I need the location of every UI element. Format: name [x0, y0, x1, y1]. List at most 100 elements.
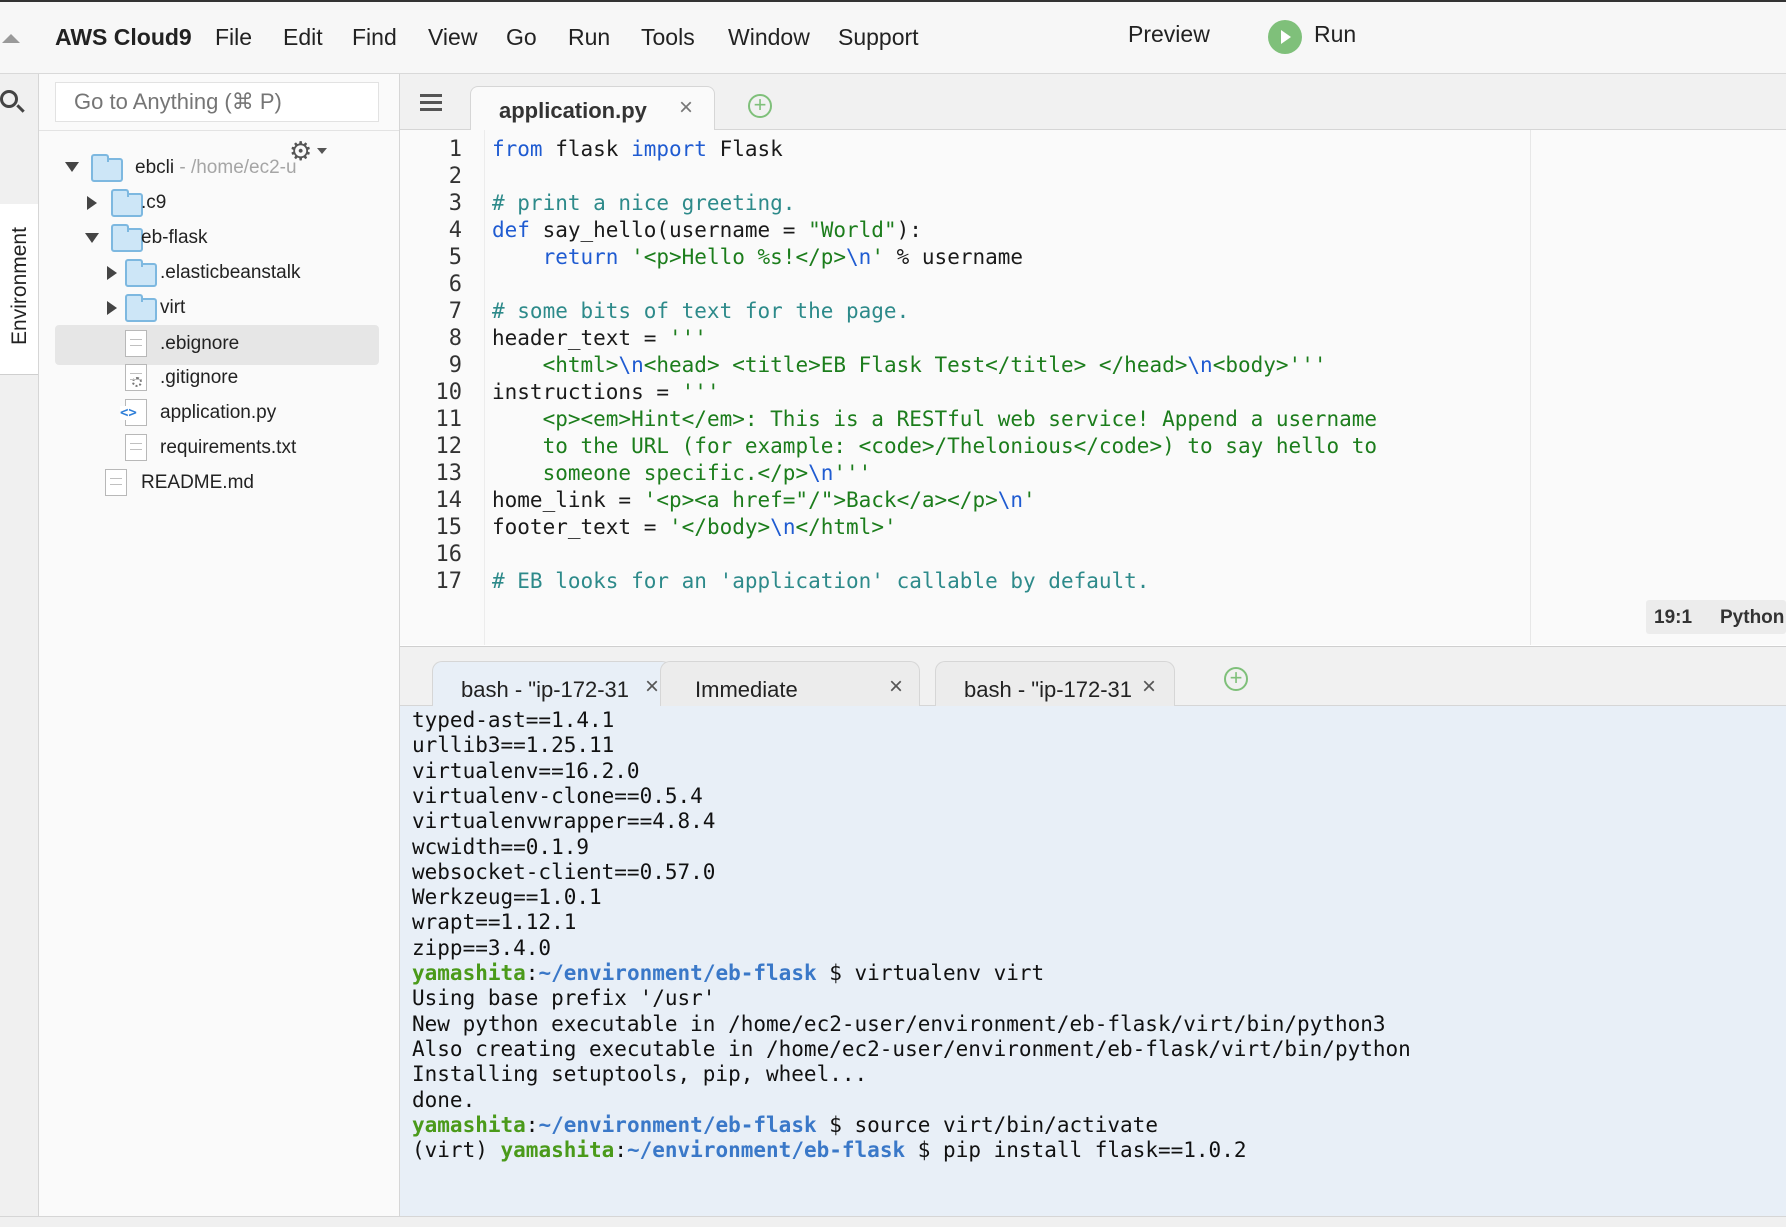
expand-arrow-icon[interactable]	[65, 162, 79, 172]
menu-go[interactable]: Go	[506, 24, 537, 51]
code-token: def	[492, 218, 530, 242]
terminal-line: yamashita:~/environment/eb-flask $ virtu…	[412, 961, 1044, 985]
terminal-line: Werkzeug==1.0.1	[412, 885, 602, 909]
code-line: # EB looks for an 'application' callable…	[492, 569, 1149, 593]
tab-label: Immediate	[695, 677, 798, 702]
menu-window[interactable]: Window	[728, 24, 810, 51]
config-file-icon	[125, 364, 147, 391]
tree-item[interactable]: .gitignore	[39, 360, 359, 396]
code-line: <p><em>Hint</em>: This is a RESTful web …	[492, 407, 1377, 431]
line-number: 15	[435, 515, 463, 540]
code-line: header_text = '''	[492, 326, 707, 350]
run-play-icon[interactable]	[1268, 20, 1302, 54]
tab-bash-1[interactable]: bash - "ip-172-31 ×	[432, 661, 672, 707]
line-number: 10	[435, 380, 463, 405]
code-token: # print a nice greeting.	[492, 191, 796, 215]
code-token: instructions =	[492, 380, 682, 404]
status-badge[interactable]: 19:1 Python	[1646, 600, 1786, 634]
tab-bash-2[interactable]: bash - "ip-172-31 ×	[935, 661, 1175, 707]
menu-file[interactable]: File	[215, 24, 252, 51]
code-token: header_text =	[492, 326, 670, 350]
code-token: \n	[846, 245, 872, 269]
tree-item[interactable]: requirements.txt	[39, 430, 359, 466]
bottom-bar	[0, 1216, 1786, 1227]
menu-support[interactable]: Support	[838, 24, 919, 51]
code-token: \n	[1187, 353, 1213, 377]
folder-icon	[91, 154, 123, 182]
language-mode[interactable]: Python	[1720, 607, 1784, 629]
terminal-token: (virt)	[412, 1138, 501, 1163]
go-to-anything-input[interactable]	[55, 82, 379, 122]
terminal-token: virtualenv-clone==0.5.4	[412, 783, 703, 808]
tree-item[interactable]: <> application.py	[39, 395, 359, 431]
collapse-menu-icon[interactable]	[2, 34, 20, 43]
add-tab-icon[interactable]: +	[748, 94, 772, 118]
search-icon[interactable]	[0, 90, 18, 108]
tree-item-label: .ebignore	[160, 333, 240, 354]
tab-list-icon[interactable]	[420, 94, 442, 112]
tree-item-label: virt	[160, 297, 186, 318]
tab-environment[interactable]: Environment	[0, 204, 38, 375]
terminal-line: Also creating executable in /home/ec2-us…	[412, 1037, 1411, 1061]
menu-find[interactable]: Find	[352, 24, 397, 51]
terminal-output[interactable]: typed-ast==1.4.1 urllib3==1.25.11 virtuale…	[400, 706, 1786, 1216]
tree-item[interactable]: .elasticbeanstalk	[39, 255, 359, 291]
folder-icon	[125, 259, 157, 287]
terminal-token: $ source virt/bin/activate	[816, 1112, 1158, 1137]
terminal-token: yamashita	[412, 1112, 526, 1137]
menu-tools[interactable]: Tools	[641, 24, 695, 51]
line-number: 4	[448, 218, 462, 243]
file-icon	[125, 330, 147, 357]
tree-item[interactable]: .c9	[39, 185, 359, 221]
terminal-line: websocket-client==0.57.0	[412, 860, 715, 884]
code-token: say_hello(username =	[529, 218, 809, 242]
terminal-token: virtualenvwrapper==4.8.4	[412, 809, 716, 834]
tree-item[interactable]: README.md	[39, 465, 359, 501]
expand-arrow-icon[interactable]	[87, 196, 97, 210]
terminal-line: (virt) yamashita:~/environment/eb-flask …	[412, 1138, 1247, 1162]
add-terminal-icon[interactable]: +	[1224, 667, 1248, 691]
code-line: # some bits of text for the page.	[492, 299, 909, 323]
tree-item-selected[interactable]: .ebignore	[55, 325, 379, 365]
gear-icon[interactable]: ⚙	[289, 136, 312, 167]
code-token: '	[1023, 488, 1036, 512]
code-token: from	[492, 137, 543, 161]
close-icon[interactable]: ×	[1142, 673, 1156, 701]
terminal-line: zipp==3.4.0	[412, 936, 551, 960]
menu-edit[interactable]: Edit	[283, 24, 323, 51]
file-tree-panel: ebcli - /home/ec2-u ⚙ .c9 eb-flask .elas…	[39, 74, 400, 1226]
terminal-line: virtualenvwrapper==4.8.4	[412, 809, 715, 833]
close-icon[interactable]: ×	[889, 673, 903, 701]
code-line: instructions = '''	[492, 380, 720, 404]
tree-item-label: .c9	[141, 192, 167, 213]
close-icon[interactable]: ×	[645, 673, 659, 701]
tree-item[interactable]: virt	[39, 290, 359, 326]
tab-immediate[interactable]: Immediate ×	[660, 661, 920, 707]
code-line: home_link = '<p><a href="/">Back</a></p>…	[492, 488, 1036, 512]
menu-run[interactable]: Run	[568, 24, 610, 51]
terminal-token: Werkzeug==1.0.1	[412, 885, 602, 910]
line-number: 14	[435, 488, 463, 513]
tab-label: bash - "ip-172-31	[964, 677, 1133, 702]
close-icon[interactable]: ×	[679, 94, 693, 122]
tree-item[interactable]: eb-flask	[39, 220, 359, 256]
terminal-tab-bar: bash - "ip-172-31 × Immediate × bash - "…	[400, 646, 1786, 707]
app-brand[interactable]: AWS Cloud9	[55, 24, 192, 51]
line-number: 6	[448, 272, 462, 297]
code-line: footer_text = '</body>\n</html>'	[492, 515, 897, 539]
line-number: 7	[448, 299, 462, 324]
collapse-arrow-icon[interactable]	[85, 233, 99, 243]
print-margin	[1530, 130, 1531, 645]
expand-arrow-icon[interactable]	[107, 301, 117, 315]
terminal-token: $ virtualenv virt	[816, 961, 1045, 985]
code-editor[interactable]: 1 2 3 4 5 6 7 8 9 10 11 12 13 14 15 16 17 from flask imp…	[400, 130, 1786, 645]
tab-application-py[interactable]: application.py ×	[470, 86, 715, 130]
run-button[interactable]: Run	[1314, 21, 1356, 48]
menu-view[interactable]: View	[428, 24, 477, 51]
preview-button[interactable]: Preview	[1128, 21, 1210, 48]
terminal-line: virtualenv==16.2.0	[412, 759, 640, 783]
tree-root-label: ebcli	[135, 157, 175, 178]
expand-arrow-icon[interactable]	[107, 266, 117, 280]
chevron-down-icon[interactable]	[317, 148, 327, 154]
